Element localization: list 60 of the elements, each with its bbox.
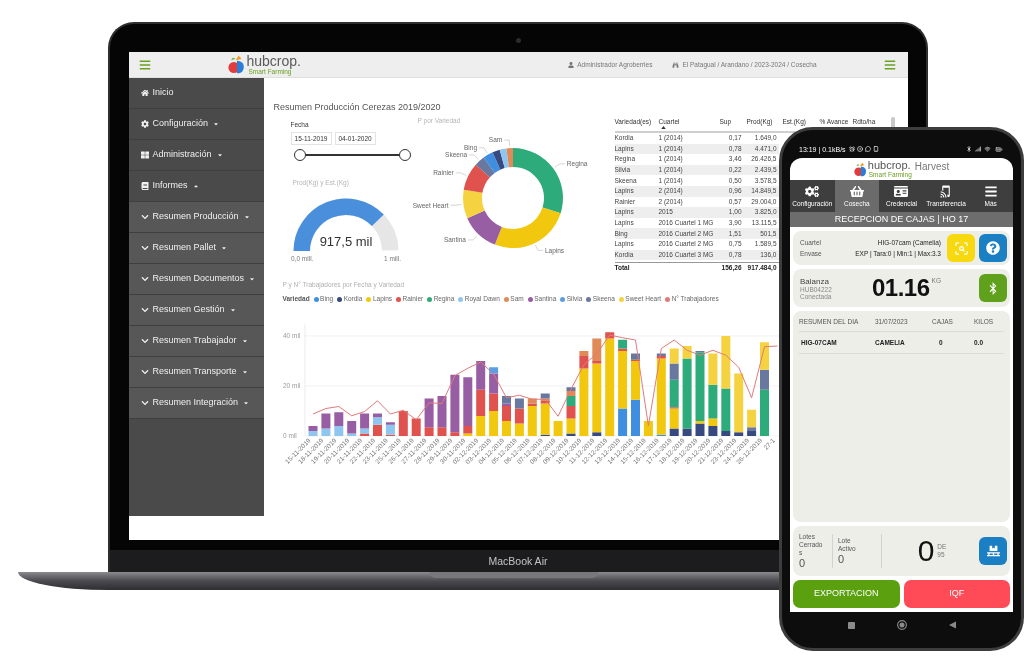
chevron-down-icon (140, 244, 149, 252)
user-icon (568, 61, 575, 68)
chat-bubble-icon (864, 146, 871, 152)
pallet-button[interactable] (979, 537, 1007, 565)
basket-icon (849, 184, 864, 198)
slider-handle[interactable] (398, 149, 411, 161)
chevron-down-icon (140, 337, 149, 345)
weight-reading: 01.16 (872, 276, 930, 300)
lot-count: 0 (917, 536, 935, 566)
help-button[interactable] (979, 234, 1007, 262)
phone-icon (872, 146, 879, 152)
back-nav-icon[interactable] (948, 621, 956, 629)
scale-label: Balanza (800, 276, 829, 286)
fruit-logo-icon (853, 161, 867, 177)
gears-icon (805, 184, 820, 198)
battery-icon (994, 145, 1004, 153)
wifi-icon (984, 146, 991, 152)
logo-wordmark: hubcrop. (246, 54, 301, 68)
signal-icon (975, 146, 981, 152)
circle-dot-icon (856, 146, 863, 152)
bluetooth-icon (966, 146, 972, 152)
lots-count: 0 (799, 557, 806, 569)
menu-icon (983, 184, 998, 198)
binoculars-icon (672, 61, 680, 68)
fruit-logo-icon (227, 55, 245, 74)
chevron-down-icon (140, 275, 149, 283)
lots-count: 0 (838, 553, 845, 565)
menu-icon[interactable] (882, 58, 897, 71)
app-name: Harvest (914, 159, 950, 174)
slider-handle[interactable] (293, 149, 306, 161)
bluetooth-button[interactable] (979, 274, 1007, 302)
laptop-model-label: MacBook Air (488, 555, 548, 567)
leader-line (503, 139, 510, 147)
home-nav-icon[interactable] (896, 620, 907, 630)
range-slider-track[interactable] (293, 149, 411, 161)
logo-wordmark: hubcrop. (867, 160, 911, 171)
chevron-down-icon (140, 306, 149, 314)
pallet-icon (986, 545, 1000, 557)
alarm-clock-icon (848, 146, 855, 152)
square-nav-icon[interactable] (847, 621, 855, 629)
chevron-down-icon (140, 213, 149, 221)
chevron-down-icon (140, 399, 149, 407)
menu-icon[interactable] (137, 58, 152, 71)
leader-line (467, 235, 477, 241)
leader-line (554, 163, 565, 168)
grid-icon (140, 151, 149, 159)
help-icon (986, 241, 1000, 255)
book-icon (140, 182, 149, 190)
bluetooth-icon (987, 281, 999, 295)
leader-line (534, 244, 543, 251)
home-icon (140, 89, 149, 97)
search-icon (953, 240, 969, 256)
report-title: Resumen Producción Cerezas 2019/2020 (273, 101, 441, 114)
screen-title: RECEPCION DE CAJAS | HO 17 (790, 212, 1013, 227)
id-card-icon (894, 184, 909, 198)
chevron-down-icon (140, 368, 149, 376)
sort-ascending-icon (660, 126, 666, 129)
gear-icon (140, 120, 149, 128)
leader-line (449, 204, 462, 206)
gauge-value: 917,5 mil (319, 234, 372, 249)
